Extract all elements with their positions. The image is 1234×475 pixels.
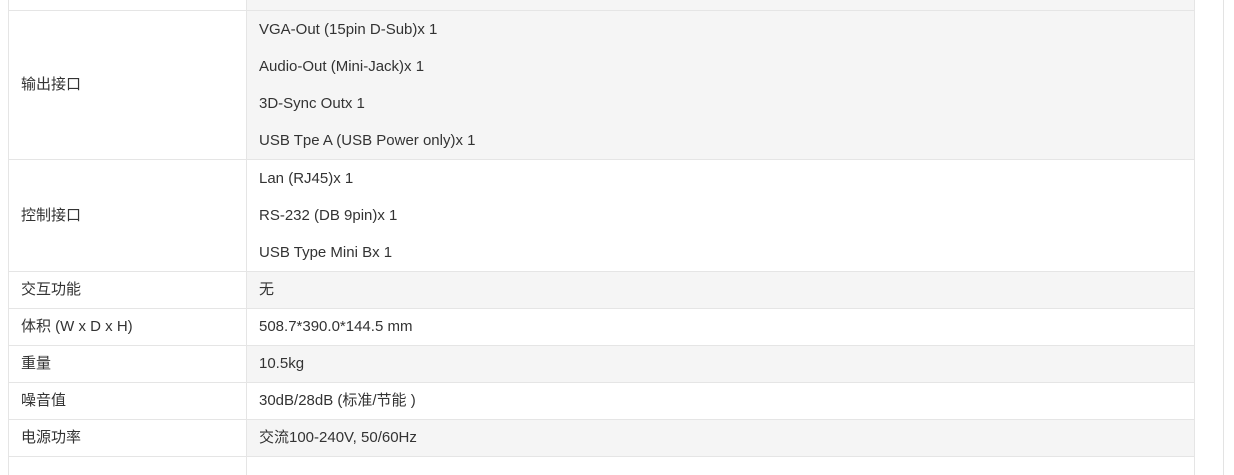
spec-table: 输出接口 VGA-Out (15pin D-Sub)x 1 Audio-Out … xyxy=(8,0,1195,475)
spec-label: 控制接口 xyxy=(21,206,82,224)
spec-value-line: USB Type Mini Bx 1 xyxy=(259,244,393,261)
spec-label: 输出接口 xyxy=(21,76,82,93)
spec-value-cell: 无 xyxy=(246,271,1195,309)
table-row-interaction: 交互功能 无 xyxy=(8,271,1195,309)
spec-value: 10.5kg xyxy=(259,355,305,372)
spec-label: 体积 (W x D x H) xyxy=(21,318,133,335)
table-row-partial-top xyxy=(8,0,1195,11)
spec-label: 重量 xyxy=(21,355,52,372)
table-row-partial-bottom xyxy=(8,456,1195,475)
spec-label: 电源功率 xyxy=(21,429,82,446)
spec-label-cell xyxy=(8,456,247,475)
spec-label-cell xyxy=(8,0,247,11)
spec-label-cell: 交互功能 xyxy=(8,271,247,309)
table-row-weight: 重量 10.5kg xyxy=(8,345,1195,383)
spec-value-cell: 508.7*390.0*144.5 mm xyxy=(246,308,1195,346)
spec-value: 30dB/28dB (标准/节能 ) xyxy=(259,392,416,409)
table-row-output-ports: 输出接口 VGA-Out (15pin D-Sub)x 1 Audio-Out … xyxy=(8,10,1195,160)
spec-value-line: USB Tpe A (USB Power only)x 1 xyxy=(259,132,476,149)
spec-value-cell: 30dB/28dB (标准/节能 ) xyxy=(246,382,1195,420)
spec-label: 交互功能 xyxy=(21,281,82,298)
spec-label-cell: 重量 xyxy=(8,345,247,383)
spec-value-cell: 交流100-240V, 50/60Hz xyxy=(246,419,1195,457)
spec-value-line: Lan (RJ45)x 1 xyxy=(259,170,354,187)
spec-label: 噪音值 xyxy=(21,392,67,409)
spec-value-line: 3D-Sync Outx 1 xyxy=(259,95,365,112)
table-row-noise: 噪音值 30dB/28dB (标准/节能 ) xyxy=(8,382,1195,420)
spec-value: 交流100-240V, 50/60Hz xyxy=(259,429,417,446)
spec-label-cell: 电源功率 xyxy=(8,419,247,457)
spec-value-cell xyxy=(246,0,1195,11)
spec-value-cell: Lan (RJ45)x 1 RS-232 (DB 9pin)x 1 USB Ty… xyxy=(246,159,1195,272)
spec-value-cell: VGA-Out (15pin D-Sub)x 1 Audio-Out (Mini… xyxy=(246,10,1195,160)
spec-value-cell xyxy=(246,456,1195,475)
spec-value: 无 xyxy=(259,281,275,298)
spec-label-cell: 控制接口 xyxy=(8,159,247,272)
scrollbar-track-edge xyxy=(1223,0,1224,475)
spec-label-cell: 体积 (W x D x H) xyxy=(8,308,247,346)
table-row-control-ports: 控制接口 Lan (RJ45)x 1 RS-232 (DB 9pin)x 1 U… xyxy=(8,159,1195,272)
spec-value-line: RS-232 (DB 9pin)x 1 xyxy=(259,207,398,224)
spec-value-line: VGA-Out (15pin D-Sub)x 1 xyxy=(259,21,438,38)
table-row-dimensions: 体积 (W x D x H) 508.7*390.0*144.5 mm xyxy=(8,308,1195,346)
spec-label-cell: 噪音值 xyxy=(8,382,247,420)
spec-value: 508.7*390.0*144.5 mm xyxy=(259,318,413,335)
spec-value-line: Audio-Out (Mini-Jack)x 1 xyxy=(259,58,425,75)
spec-label-cell: 输出接口 xyxy=(8,10,247,160)
spec-value-cell: 10.5kg xyxy=(246,345,1195,383)
table-row-power: 电源功率 交流100-240V, 50/60Hz xyxy=(8,419,1195,457)
